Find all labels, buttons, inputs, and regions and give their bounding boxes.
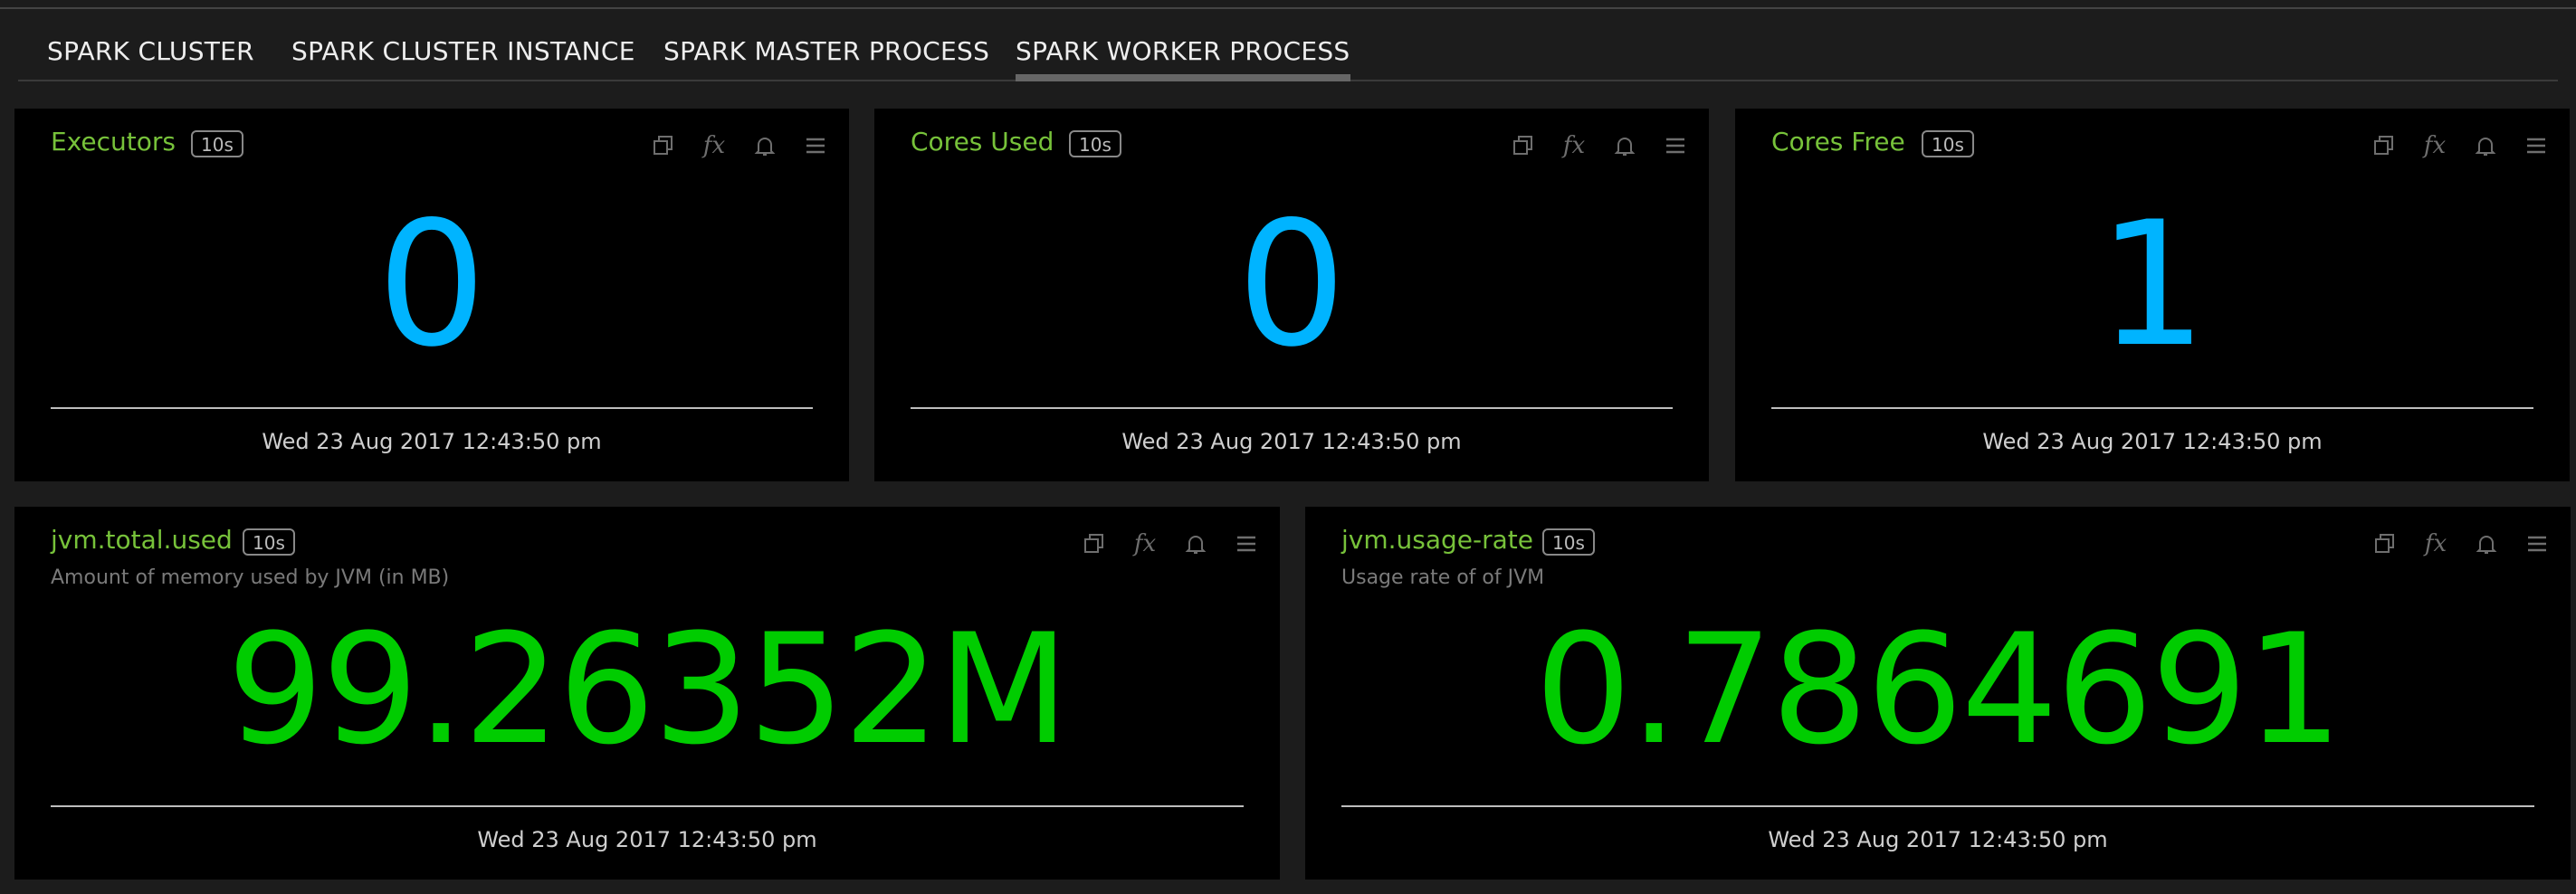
top-border xyxy=(0,7,2576,9)
menu-icon[interactable] xyxy=(1231,528,1262,559)
divider xyxy=(911,407,1673,409)
timestamp: Wed 23 Aug 2017 12:43:50 pm xyxy=(1768,827,2108,852)
function-icon[interactable]: fx xyxy=(2419,130,2450,161)
cores-free-panel: Cores Free 10s fx 1 Wed 23 Aug 2017 12:4… xyxy=(1735,109,2570,481)
interval-badge[interactable]: 10s xyxy=(243,528,295,556)
tab-spark-master-process[interactable]: SPARK MASTER PROCESS xyxy=(663,36,989,80)
bell-icon[interactable] xyxy=(1609,130,1640,161)
menu-icon[interactable] xyxy=(2521,130,2552,161)
tab-spark-cluster-instance[interactable]: SPARK CLUSTER INSTANCE xyxy=(291,36,635,80)
copy-icon[interactable] xyxy=(1079,528,1110,559)
interval-badge[interactable]: 10s xyxy=(1922,130,1974,157)
function-icon[interactable]: fx xyxy=(2420,528,2451,559)
divider xyxy=(51,407,813,409)
copy-icon[interactable] xyxy=(1508,130,1539,161)
metric-value: 1 xyxy=(2097,185,2208,385)
jvm-total-used-panel: jvm.total.used 10s Amount of memory used… xyxy=(14,507,1280,880)
divider xyxy=(1341,805,2534,807)
divider xyxy=(51,805,1244,807)
tab-spark-worker-process[interactable]: SPARK WORKER PROCESS xyxy=(1016,36,1350,81)
metric-value: 0.7864691 xyxy=(1534,601,2343,778)
function-icon[interactable]: fx xyxy=(699,130,730,161)
executors-panel: Executors 10s fx 0 Wed 23 Aug 2017 12:43… xyxy=(14,109,849,481)
function-icon[interactable]: fx xyxy=(1559,130,1589,161)
bell-icon[interactable] xyxy=(2471,528,2502,559)
panel-subtitle: Amount of memory used by JVM (in MB) xyxy=(51,566,450,589)
bell-icon[interactable] xyxy=(1180,528,1211,559)
jvm-usage-rate-panel: jvm.usage-rate 10s Usage rate of of JVM … xyxy=(1305,507,2571,880)
cores-used-panel: Cores Used 10s fx 0 Wed 23 Aug 2017 12:4… xyxy=(874,109,1709,481)
copy-icon[interactable] xyxy=(2369,130,2399,161)
interval-badge[interactable]: 10s xyxy=(191,130,243,157)
bell-icon[interactable] xyxy=(2470,130,2501,161)
metric-value: 99.26352M xyxy=(226,601,1070,778)
bell-icon[interactable] xyxy=(749,130,780,161)
menu-icon[interactable] xyxy=(1660,130,1691,161)
panel-title: Cores Free xyxy=(1771,127,1905,157)
panel-subtitle: Usage rate of of JVM xyxy=(1341,566,1545,589)
timestamp: Wed 23 Aug 2017 12:43:50 pm xyxy=(262,429,602,454)
metric-value: 0 xyxy=(377,185,487,385)
timestamp: Wed 23 Aug 2017 12:43:50 pm xyxy=(1121,429,1462,454)
copy-icon[interactable] xyxy=(2370,528,2400,559)
tab-bar: SPARK CLUSTER SPARK CLUSTER INSTANCE SPA… xyxy=(18,25,2558,81)
panel-title: jvm.total.used xyxy=(51,525,233,555)
interval-badge[interactable]: 10s xyxy=(1069,130,1121,157)
menu-icon[interactable] xyxy=(800,130,831,161)
panel-title: Executors xyxy=(51,127,176,157)
panel-title: jvm.usage-rate xyxy=(1341,525,1533,555)
panel-title: Cores Used xyxy=(911,127,1054,157)
copy-icon[interactable] xyxy=(648,130,679,161)
tab-spark-cluster[interactable]: SPARK CLUSTER xyxy=(47,36,254,80)
timestamp: Wed 23 Aug 2017 12:43:50 pm xyxy=(477,827,817,852)
function-icon[interactable]: fx xyxy=(1130,528,1160,559)
divider xyxy=(1771,407,2533,409)
timestamp: Wed 23 Aug 2017 12:43:50 pm xyxy=(1982,429,2323,454)
interval-badge[interactable]: 10s xyxy=(1542,528,1595,556)
metric-value: 0 xyxy=(1236,185,1347,385)
menu-icon[interactable] xyxy=(2522,528,2552,559)
